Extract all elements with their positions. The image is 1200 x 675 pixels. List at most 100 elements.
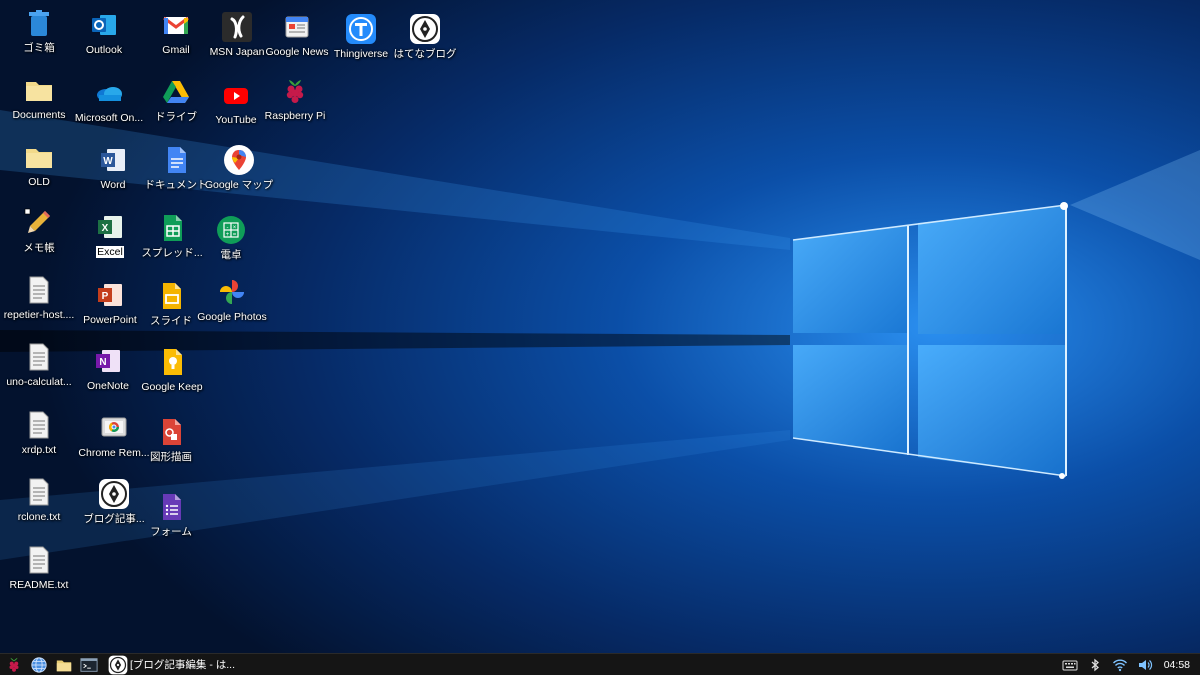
web-browser-launcher[interactable] xyxy=(28,655,50,675)
desktop-icon-label: Google Photos xyxy=(197,311,267,323)
desktop-icon-label: ドキュメント xyxy=(144,179,208,191)
desktop-icon-label: Raspberry Pi xyxy=(264,110,326,122)
desktop-icon-onedrive[interactable]: Microsoft On... xyxy=(75,73,143,139)
raspberry-menu-icon xyxy=(5,656,23,674)
folder-icon xyxy=(23,141,55,173)
desktop-icon-label: Google Keep xyxy=(141,381,203,393)
onenote-icon: N xyxy=(92,345,124,377)
desktop-icon-rclone[interactable]: rclone.txt xyxy=(5,472,73,538)
svg-text:=: = xyxy=(233,232,237,238)
desktop-icon-google-news[interactable]: Google News xyxy=(263,7,331,73)
bluetooth-icon xyxy=(1087,657,1103,673)
desktop-icon-google-forms[interactable]: フォーム xyxy=(137,487,205,553)
powerpoint-icon: P xyxy=(94,279,126,311)
bluetooth-button[interactable] xyxy=(1084,655,1106,675)
desktop-icon-onenote[interactable]: N OneNote xyxy=(74,341,142,407)
msn-icon xyxy=(221,11,253,43)
text-file-icon xyxy=(23,544,55,576)
text-file-icon xyxy=(23,341,55,373)
desktop-icon-memo[interactable]: メモ帳 xyxy=(5,203,73,269)
desktop-icon-label: フォーム xyxy=(150,526,192,538)
desktop-icon-google-slides[interactable]: スライド xyxy=(137,276,205,342)
desktop-icon-label: Google マップ xyxy=(204,179,274,191)
system-tray: 04:58 xyxy=(1056,654,1200,675)
desktop-icon-old[interactable]: OLD xyxy=(5,137,73,203)
desktop-icon-label: メモ帳 xyxy=(23,242,55,254)
desktop-icon-xrdp[interactable]: xrdp.txt xyxy=(5,405,73,471)
desktop-icon-google-photos[interactable]: Google Photos xyxy=(197,272,267,338)
chrome-remote-icon xyxy=(98,412,130,444)
desktop-icon-google-keep[interactable]: Google Keep xyxy=(138,342,206,408)
text-file-icon xyxy=(23,476,55,508)
desktop-icon-raspberry-pi[interactable]: Raspberry Pi xyxy=(261,71,329,137)
svg-text:×: × xyxy=(233,225,237,231)
google-drawings-icon xyxy=(155,416,187,448)
desktop-icon-label: OneNote xyxy=(86,380,130,392)
keyboard-layout-button[interactable] xyxy=(1059,655,1081,675)
svg-text:W: W xyxy=(103,156,113,167)
desktop-icon-excel[interactable]: X Excel xyxy=(76,207,144,273)
volume-icon xyxy=(1137,657,1153,673)
desktop-icon-gmail[interactable]: Gmail xyxy=(142,5,210,71)
excel-icon: X xyxy=(94,211,126,243)
desktop-icon-label: Excel xyxy=(96,246,124,258)
desktop-icon-msn-japan[interactable]: MSN Japan xyxy=(203,7,271,73)
desktop-icon-google-drive[interactable]: ドライブ xyxy=(142,72,210,138)
text-file-icon xyxy=(23,409,55,441)
onedrive-icon xyxy=(93,77,125,109)
desktop-icon-label: xrdp.txt xyxy=(21,444,57,456)
desktop-icon-powerpoint[interactable]: P PowerPoint xyxy=(76,275,144,341)
desktop-icon-readme[interactable]: README.txt xyxy=(5,540,73,606)
desktop-icon-trash[interactable]: ゴミ箱 xyxy=(5,3,73,69)
svg-text:+: + xyxy=(226,232,230,238)
text-file-icon xyxy=(23,274,55,306)
desktop-icon-calculator[interactable]: - × + = 電卓 xyxy=(197,210,265,276)
raspberry-pi-icon xyxy=(279,75,311,107)
volume-button[interactable] xyxy=(1134,655,1156,675)
desktop-icon-thingiverse[interactable]: Thingiverse xyxy=(327,9,395,75)
desktop-icon-label: PowerPoint xyxy=(83,314,137,326)
desktop-icon-label: Thingiverse xyxy=(333,48,389,60)
desktop-icon-google-maps[interactable]: Google マップ xyxy=(205,140,273,206)
folder-icon xyxy=(23,74,55,106)
clock[interactable]: 04:58 xyxy=(1164,659,1190,671)
keyboard-icon xyxy=(1062,657,1078,673)
desktop-icon-repetier[interactable]: repetier-host.... xyxy=(4,270,74,336)
web-browser-icon xyxy=(30,656,48,674)
desktop-icon-outlook[interactable]: Outlook xyxy=(70,5,138,71)
wifi-button[interactable] xyxy=(1109,655,1131,675)
desktop-icon-label: スプレッド... xyxy=(141,247,203,259)
desktop-icon-label: Gmail xyxy=(162,44,190,56)
desktop-icon-label: Documents xyxy=(12,109,66,121)
taskbar-window-button[interactable]: [ブログ記事編集 - は... xyxy=(108,655,235,675)
taskbar-window-title: [ブログ記事編集 - は... xyxy=(130,659,235,671)
desktop-icon-label: Microsoft On... xyxy=(74,112,144,124)
desktop-icon-label: 電卓 xyxy=(220,249,242,261)
desktop-icon-google-drawings[interactable]: 図形描画 xyxy=(137,412,205,478)
svg-text:-: - xyxy=(227,225,229,231)
desktop-icon-hatena-blog[interactable]: はてなブログ xyxy=(391,9,459,75)
terminal-icon xyxy=(80,656,98,674)
desktop-icon-label: ゴミ箱 xyxy=(23,42,55,54)
google-docs-icon xyxy=(160,144,192,176)
google-maps-icon xyxy=(223,144,255,176)
thingiverse-icon xyxy=(345,13,377,45)
desktop-icon-youtube[interactable]: YouTube xyxy=(202,75,270,141)
desktop-icon-documents[interactable]: Documents xyxy=(5,70,73,136)
desktop-icon-label: Google News xyxy=(265,46,329,58)
desktop-icon-word[interactable]: W Word xyxy=(79,140,147,206)
desktop-icon-google-sheets[interactable]: スプレッド... xyxy=(138,208,206,274)
terminal-launcher[interactable] xyxy=(78,655,100,675)
desktop-icon-label: スライド xyxy=(150,315,192,327)
file-manager-launcher[interactable] xyxy=(53,655,75,675)
google-sheets-icon xyxy=(156,212,188,244)
start-menu-button[interactable] xyxy=(3,655,25,675)
desktop-icon-label: uno-calculat... xyxy=(6,376,72,388)
wifi-icon xyxy=(1112,657,1128,673)
desktop-icon-uno-calculator[interactable]: uno-calculat... xyxy=(5,337,73,403)
desktop-icon-google-docs[interactable]: ドキュメント xyxy=(142,140,210,206)
taskbar: [ブログ記事編集 - は... 04:58 xyxy=(0,653,1200,675)
youtube-icon xyxy=(220,79,252,111)
google-photos-icon xyxy=(216,276,248,308)
desktop-icon-label: rclone.txt xyxy=(17,511,61,523)
